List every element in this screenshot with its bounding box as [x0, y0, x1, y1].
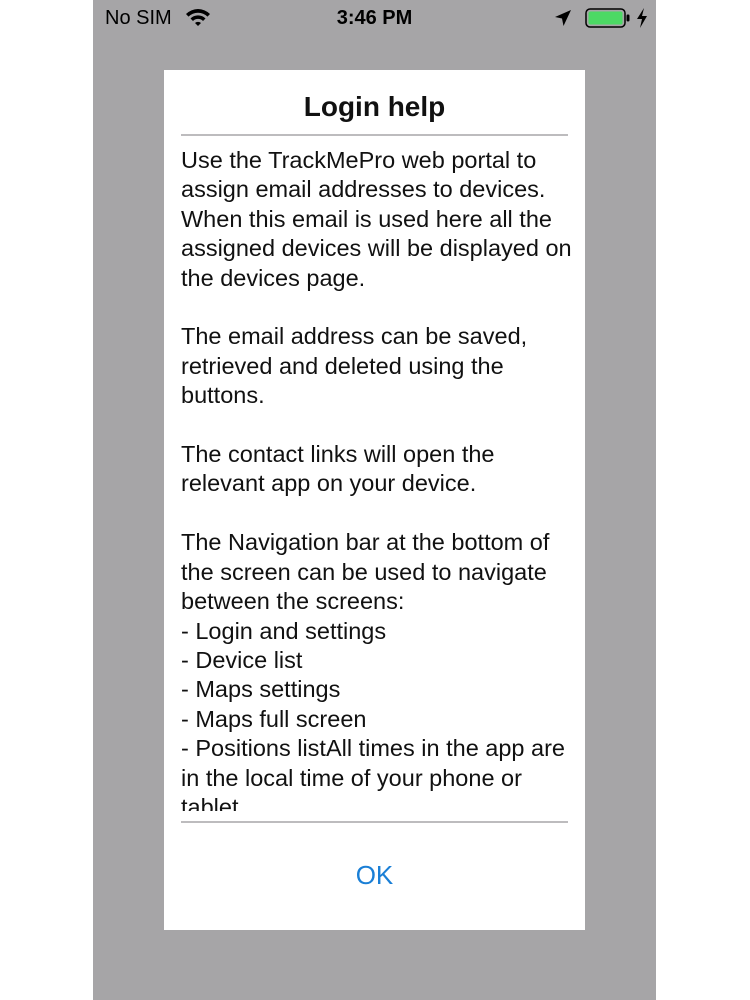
phone-screen: No SIM 3:46 PM Login help Use the TrackM… — [93, 0, 656, 1000]
ok-button[interactable]: OK — [314, 855, 435, 895]
location-arrow-icon — [553, 8, 573, 28]
button-divider — [181, 821, 568, 823]
dialog-title: Login help — [303, 91, 446, 122]
charging-bolt-icon — [635, 7, 649, 29]
help-text-scroll-area[interactable]: Use the TrackMePro web portal to assign … — [181, 146, 575, 811]
help-text: Use the TrackMePro web portal to assign … — [181, 147, 572, 811]
status-bar: No SIM 3:46 PM — [93, 0, 656, 36]
battery-icon — [585, 8, 631, 28]
login-help-dialog: Login help Use the TrackMePro web portal… — [164, 70, 585, 930]
title-divider — [181, 134, 568, 136]
